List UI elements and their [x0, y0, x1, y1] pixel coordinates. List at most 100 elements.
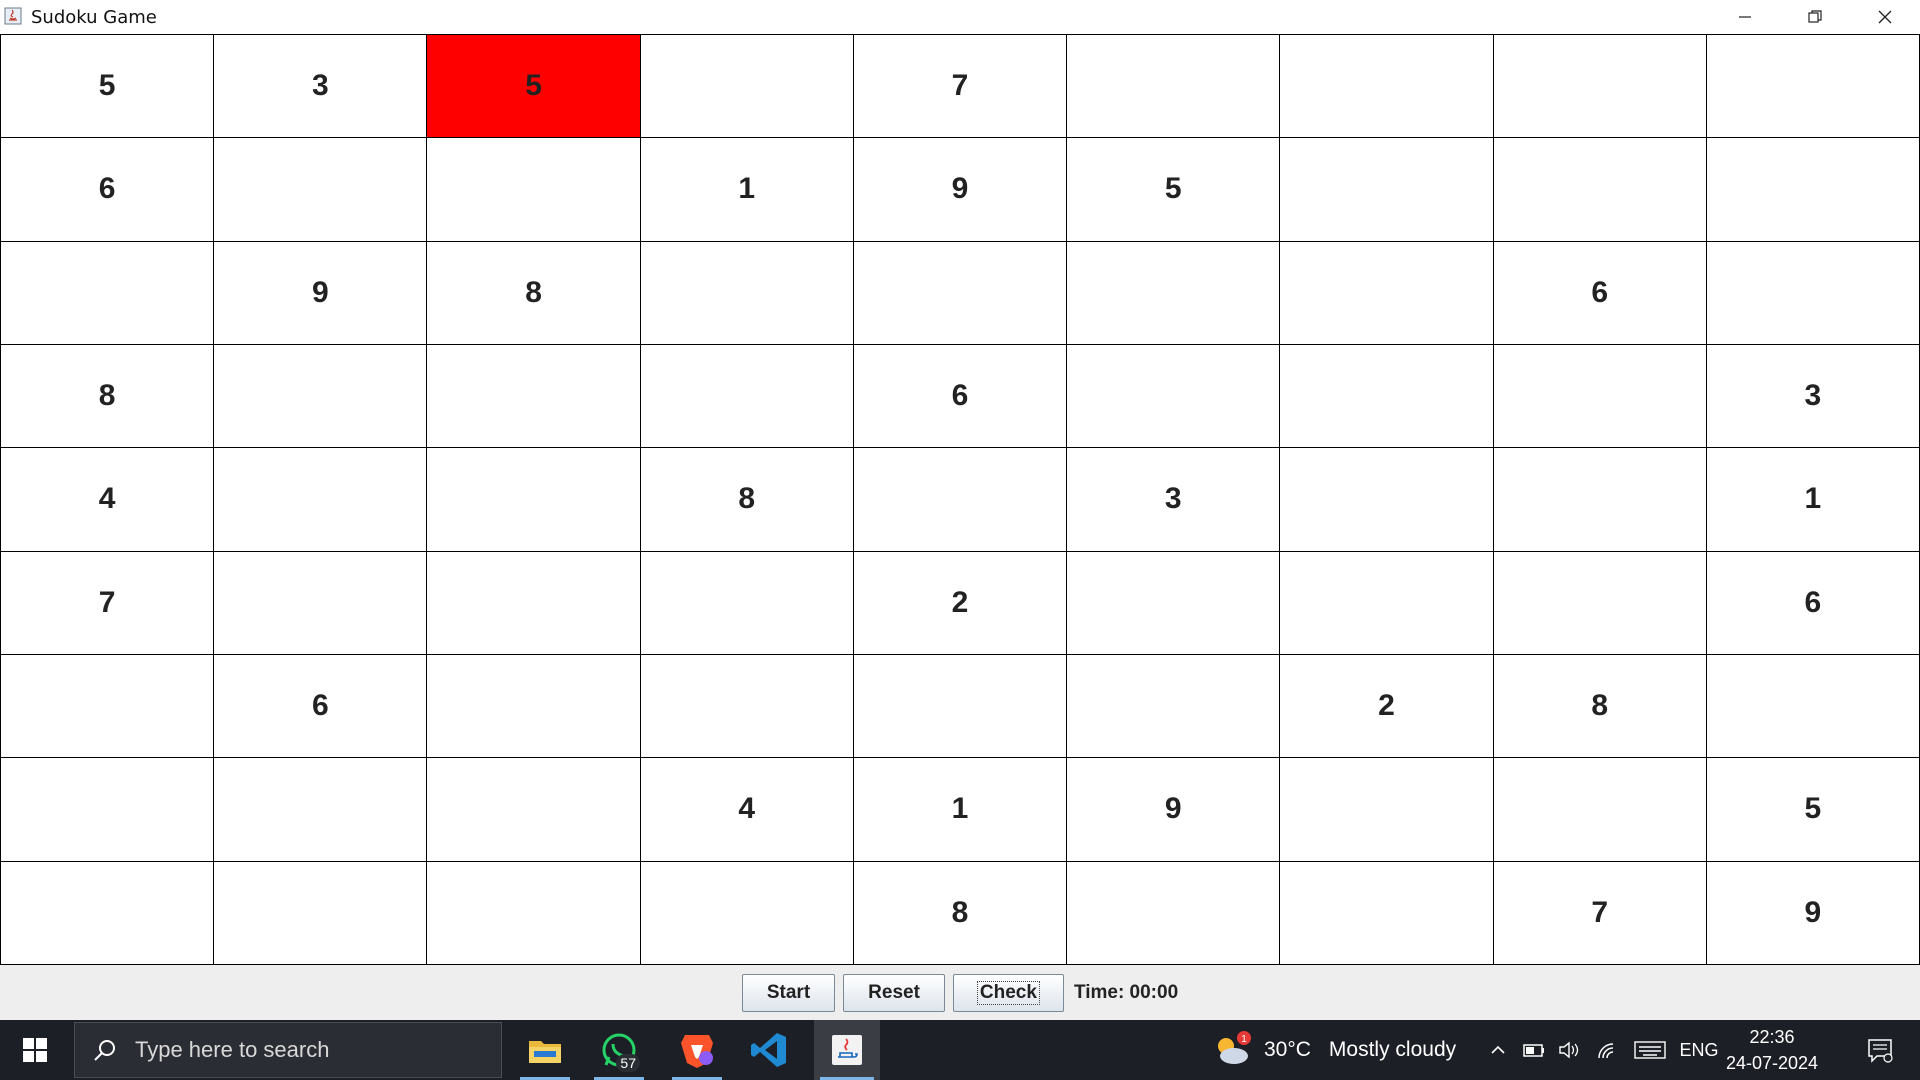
- sudoku-cell[interactable]: 8: [640, 448, 854, 552]
- sudoku-cell[interactable]: [427, 448, 641, 552]
- sudoku-cell[interactable]: [1280, 138, 1494, 242]
- sudoku-cell[interactable]: [427, 758, 641, 862]
- sudoku-cell[interactable]: 3: [1067, 448, 1281, 552]
- sudoku-cell[interactable]: [1493, 138, 1707, 242]
- sudoku-cell[interactable]: 8: [427, 241, 641, 345]
- sudoku-cell[interactable]: 8: [1, 345, 215, 449]
- sudoku-cell[interactable]: [640, 35, 854, 139]
- sudoku-cell[interactable]: [427, 551, 641, 655]
- sudoku-cell[interactable]: [640, 861, 854, 965]
- sudoku-cell[interactable]: [1280, 551, 1494, 655]
- sudoku-cell[interactable]: 5: [1706, 758, 1920, 862]
- sudoku-cell[interactable]: [1280, 241, 1494, 345]
- close-button[interactable]: [1850, 0, 1920, 34]
- sudoku-cell[interactable]: 8: [853, 861, 1068, 965]
- input-language[interactable]: ENG: [1676, 1020, 1722, 1080]
- sudoku-cell[interactable]: 9: [1067, 758, 1281, 862]
- sudoku-cell[interactable]: 6: [853, 345, 1068, 449]
- sudoku-cell[interactable]: [1067, 861, 1281, 965]
- sudoku-cell[interactable]: [640, 345, 854, 449]
- check-button[interactable]: Check: [952, 973, 1064, 1012]
- reset-button[interactable]: Reset: [843, 973, 945, 1012]
- sudoku-cell[interactable]: 9: [214, 241, 428, 345]
- start-button[interactable]: Start: [741, 973, 836, 1012]
- sudoku-cell[interactable]: [1067, 241, 1281, 345]
- sudoku-cell[interactable]: 7: [1493, 861, 1707, 965]
- sudoku-cell[interactable]: [1067, 35, 1281, 139]
- sudoku-cell[interactable]: 9: [853, 138, 1068, 242]
- sudoku-cell[interactable]: 6: [1493, 241, 1707, 345]
- sudoku-cell[interactable]: [214, 551, 428, 655]
- sudoku-cell[interactable]: 1: [1706, 448, 1920, 552]
- taskbar-whatsapp[interactable]: 57: [588, 1020, 650, 1080]
- sudoku-cell[interactable]: 2: [1280, 655, 1494, 759]
- sudoku-cell[interactable]: 5: [1067, 138, 1281, 242]
- battery-status[interactable]: [1518, 1020, 1550, 1080]
- sudoku-cell[interactable]: [214, 448, 428, 552]
- sudoku-cell[interactable]: [1493, 35, 1707, 139]
- taskbar-brave-browser[interactable]: [666, 1020, 728, 1080]
- sudoku-cell[interactable]: [1280, 861, 1494, 965]
- sudoku-cell[interactable]: [1493, 551, 1707, 655]
- sudoku-cell[interactable]: [214, 861, 428, 965]
- sudoku-cell[interactable]: 1: [640, 138, 854, 242]
- sudoku-cell[interactable]: [853, 448, 1068, 552]
- touch-keyboard-button[interactable]: [1630, 1020, 1670, 1080]
- start-menu-button[interactable]: [0, 1020, 70, 1080]
- sudoku-cell[interactable]: 9: [1706, 861, 1920, 965]
- sudoku-cell[interactable]: 8: [1493, 655, 1707, 759]
- sudoku-cell[interactable]: [1706, 35, 1920, 139]
- sudoku-cell[interactable]: [214, 345, 428, 449]
- sudoku-cell[interactable]: [640, 655, 854, 759]
- sudoku-cell[interactable]: [214, 138, 428, 242]
- sudoku-cell[interactable]: [1067, 655, 1281, 759]
- sudoku-cell[interactable]: 1: [853, 758, 1068, 862]
- sudoku-cell[interactable]: [427, 345, 641, 449]
- sudoku-cell[interactable]: [1706, 241, 1920, 345]
- sudoku-cell[interactable]: [853, 241, 1068, 345]
- sudoku-cell[interactable]: [640, 551, 854, 655]
- sudoku-cell[interactable]: 5: [1, 35, 215, 139]
- sudoku-cell[interactable]: 2: [853, 551, 1068, 655]
- weather-widget[interactable]: 1 30°C Mostly cloudy: [1212, 1020, 1456, 1080]
- sudoku-cell[interactable]: [1706, 655, 1920, 759]
- sudoku-cell[interactable]: 6: [1, 138, 215, 242]
- sudoku-cell[interactable]: 5: [427, 35, 641, 139]
- volume-control[interactable]: [1554, 1020, 1586, 1080]
- sudoku-cell[interactable]: 7: [1, 551, 215, 655]
- sudoku-cell[interactable]: [427, 655, 641, 759]
- restore-button[interactable]: [1780, 0, 1850, 34]
- sudoku-cell[interactable]: [1706, 138, 1920, 242]
- taskbar-clock[interactable]: 22:36 24-07-2024: [1722, 1020, 1822, 1080]
- notification-center-button[interactable]: [1850, 1020, 1910, 1080]
- network-status[interactable]: [1590, 1020, 1624, 1080]
- sudoku-cell[interactable]: 7: [853, 35, 1068, 139]
- sudoku-cell[interactable]: [1280, 35, 1494, 139]
- sudoku-cell[interactable]: 4: [640, 758, 854, 862]
- sudoku-cell[interactable]: [427, 861, 641, 965]
- sudoku-cell[interactable]: [1493, 758, 1707, 862]
- sudoku-cell[interactable]: [427, 138, 641, 242]
- sudoku-cell[interactable]: [1, 241, 215, 345]
- sudoku-cell[interactable]: 3: [1706, 345, 1920, 449]
- taskbar-search-box[interactable]: Type here to search: [74, 1022, 502, 1078]
- tray-overflow-button[interactable]: [1484, 1020, 1512, 1080]
- sudoku-cell[interactable]: [640, 241, 854, 345]
- sudoku-cell[interactable]: [1067, 551, 1281, 655]
- sudoku-cell[interactable]: 3: [214, 35, 428, 139]
- sudoku-cell[interactable]: [1493, 448, 1707, 552]
- sudoku-cell[interactable]: [1, 758, 215, 862]
- sudoku-cell[interactable]: [1280, 448, 1494, 552]
- sudoku-cell[interactable]: [214, 758, 428, 862]
- minimize-button[interactable]: [1710, 0, 1780, 34]
- sudoku-cell[interactable]: [1280, 345, 1494, 449]
- sudoku-cell[interactable]: [1, 655, 215, 759]
- sudoku-cell[interactable]: 6: [1706, 551, 1920, 655]
- sudoku-cell[interactable]: [1067, 345, 1281, 449]
- taskbar-file-explorer[interactable]: [514, 1020, 576, 1080]
- taskbar-vscode[interactable]: [738, 1020, 800, 1080]
- sudoku-cell[interactable]: [1, 861, 215, 965]
- sudoku-cell[interactable]: [853, 655, 1068, 759]
- sudoku-cell[interactable]: [1280, 758, 1494, 862]
- sudoku-cell[interactable]: 6: [214, 655, 428, 759]
